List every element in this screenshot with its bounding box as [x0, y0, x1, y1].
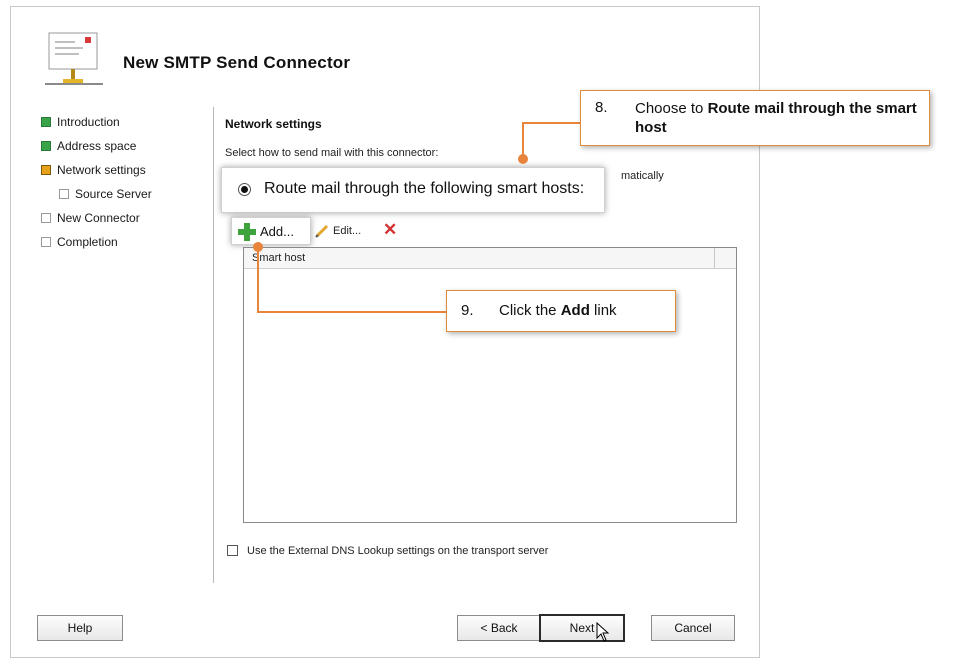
callout-8-number: 8.	[595, 99, 608, 116]
callout-9-bold: Add	[560, 302, 590, 319]
smart-host-radio[interactable]	[238, 183, 251, 196]
smart-host-radio-option[interactable]: Route mail through the following smart h…	[221, 167, 605, 213]
callout-9-connector	[257, 311, 447, 313]
section-title: Network settings	[225, 117, 322, 131]
step-pending-icon	[41, 213, 51, 223]
step-introduction: Introduction	[41, 115, 120, 129]
step-label: Network settings	[57, 163, 146, 177]
step-complete-icon	[41, 141, 51, 151]
step-source-server: Source Server	[59, 187, 152, 201]
steps-divider	[213, 107, 214, 583]
cancel-button-label: Cancel	[674, 621, 712, 635]
step-new-connector: New Connector	[41, 211, 140, 225]
add-button[interactable]: Add...	[231, 217, 311, 245]
wizard-title: New SMTP Send Connector	[123, 53, 351, 72]
auto-option-partial-label: matically	[621, 170, 664, 182]
step-current-icon	[41, 165, 51, 175]
callout-9-anchor-dot	[253, 242, 263, 252]
step-pending-icon	[41, 237, 51, 247]
callout-step-9: 9. Click the Add link	[446, 290, 676, 332]
send-method-prompt: Select how to send mail with this connec…	[225, 147, 439, 159]
column-header-smart-host[interactable]: Smart host	[252, 252, 305, 264]
external-dns-checkbox[interactable]	[227, 545, 238, 556]
step-label: Introduction	[57, 115, 120, 129]
next-button[interactable]: Next	[539, 614, 625, 642]
callout-9-text: Click the Add link	[499, 302, 617, 319]
callout-8-connector	[522, 122, 582, 124]
radio-selected-dot	[241, 186, 248, 193]
step-label: Address space	[57, 139, 137, 153]
back-button[interactable]: < Back	[457, 615, 541, 641]
next-button-label: Next	[569, 621, 595, 635]
step-label: New Connector	[57, 211, 140, 225]
delete-x-icon[interactable]: ✕	[383, 221, 397, 238]
callout-9-number: 9.	[461, 302, 474, 319]
step-pending-icon	[59, 189, 69, 199]
step-label: Completion	[57, 235, 118, 249]
callout-step-8: 8. Choose to Route mail through the smar…	[580, 90, 930, 146]
callout-8-text: Choose to Route mail through the smart h…	[635, 99, 925, 137]
callout-8-prefix: Choose to	[635, 100, 704, 117]
external-dns-label: Use the External DNS Lookup settings on …	[247, 545, 549, 557]
callout-9-suffix: link	[594, 302, 617, 319]
smart-host-radio-label: Route mail through the following smart h…	[264, 180, 585, 197]
step-network-settings: Network settings	[41, 163, 146, 177]
smtp-connector-icon	[45, 32, 103, 85]
help-button[interactable]: Help	[37, 615, 123, 641]
mouse-cursor-icon	[596, 622, 610, 642]
callout-9-prefix: Click the	[499, 302, 557, 319]
callout-8-anchor-dot	[518, 154, 528, 164]
back-button-label: < Back	[480, 621, 518, 635]
step-address-space: Address space	[41, 139, 136, 153]
table-header: Smart host	[244, 248, 736, 269]
help-button-label: Help	[67, 621, 93, 635]
step-complete-icon	[41, 117, 51, 127]
cancel-button[interactable]: Cancel	[651, 615, 735, 641]
pencil-icon	[315, 224, 329, 238]
step-label: Source Server	[75, 187, 152, 201]
smart-host-table[interactable]: Smart host	[243, 247, 737, 523]
smart-host-toolbar: Add... Edit... ✕	[231, 217, 551, 245]
step-completion: Completion	[41, 235, 118, 249]
column-divider	[714, 248, 715, 268]
add-plus-icon	[238, 223, 256, 241]
edit-button[interactable]: Edit...	[333, 225, 361, 237]
callout-9-connector-vertical	[257, 248, 259, 312]
add-button-label: Add...	[260, 224, 294, 239]
